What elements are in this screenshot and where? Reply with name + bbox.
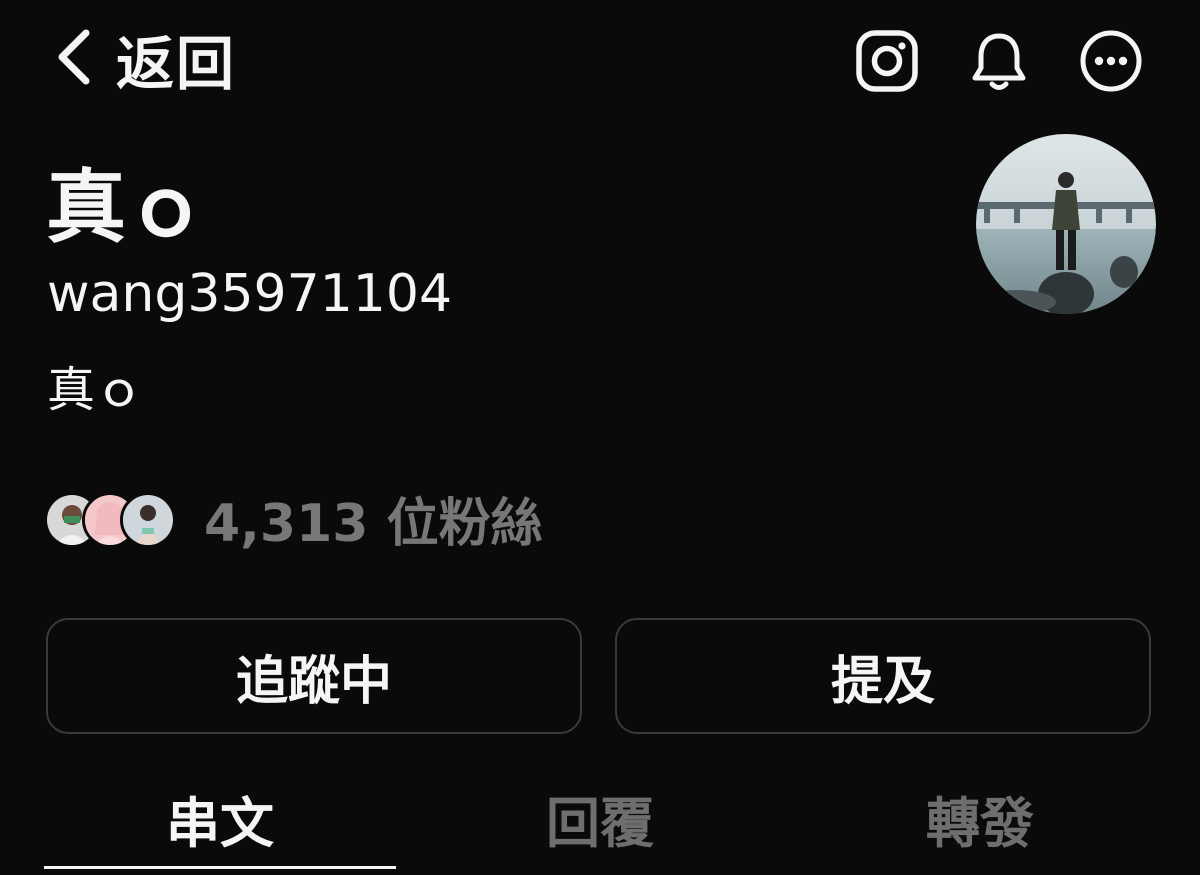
chevron-left-icon (52, 27, 96, 91)
bell-icon[interactable] (966, 28, 1032, 94)
profile-username: wang35971104 (47, 264, 453, 324)
profile-bio: 真ｏ (47, 362, 144, 418)
back-label: 返回 (116, 30, 237, 98)
tab-threads[interactable]: 串文 (44, 770, 396, 866)
tab-replies[interactable]: 回覆 (424, 770, 776, 866)
profile-tabs: 串文 回覆 轉發 (44, 770, 1156, 875)
profile-screen: 返回 真ｏ wang35971104 真ｏ 4,313 位粉絲 追蹤中 提及 串… (0, 0, 1200, 875)
following-button[interactable]: 追蹤中 (46, 618, 582, 734)
instagram-icon[interactable] (854, 28, 920, 94)
tab-reposts[interactable]: 轉發 (804, 770, 1156, 866)
more-options-icon[interactable] (1078, 28, 1144, 94)
top-bar: 返回 (0, 0, 1200, 120)
follower-avatar (120, 492, 176, 548)
active-tab-indicator (44, 866, 396, 869)
mention-button[interactable]: 提及 (615, 618, 1151, 734)
back-button[interactable]: 返回 (52, 24, 236, 98)
followers-count: 4,313 位粉絲 (204, 493, 543, 554)
followers-row[interactable]: 4,313 位粉絲 (44, 488, 543, 554)
profile-display-name: 真ｏ (46, 161, 206, 254)
profile-avatar[interactable] (976, 134, 1156, 314)
follower-avatars (44, 490, 184, 548)
